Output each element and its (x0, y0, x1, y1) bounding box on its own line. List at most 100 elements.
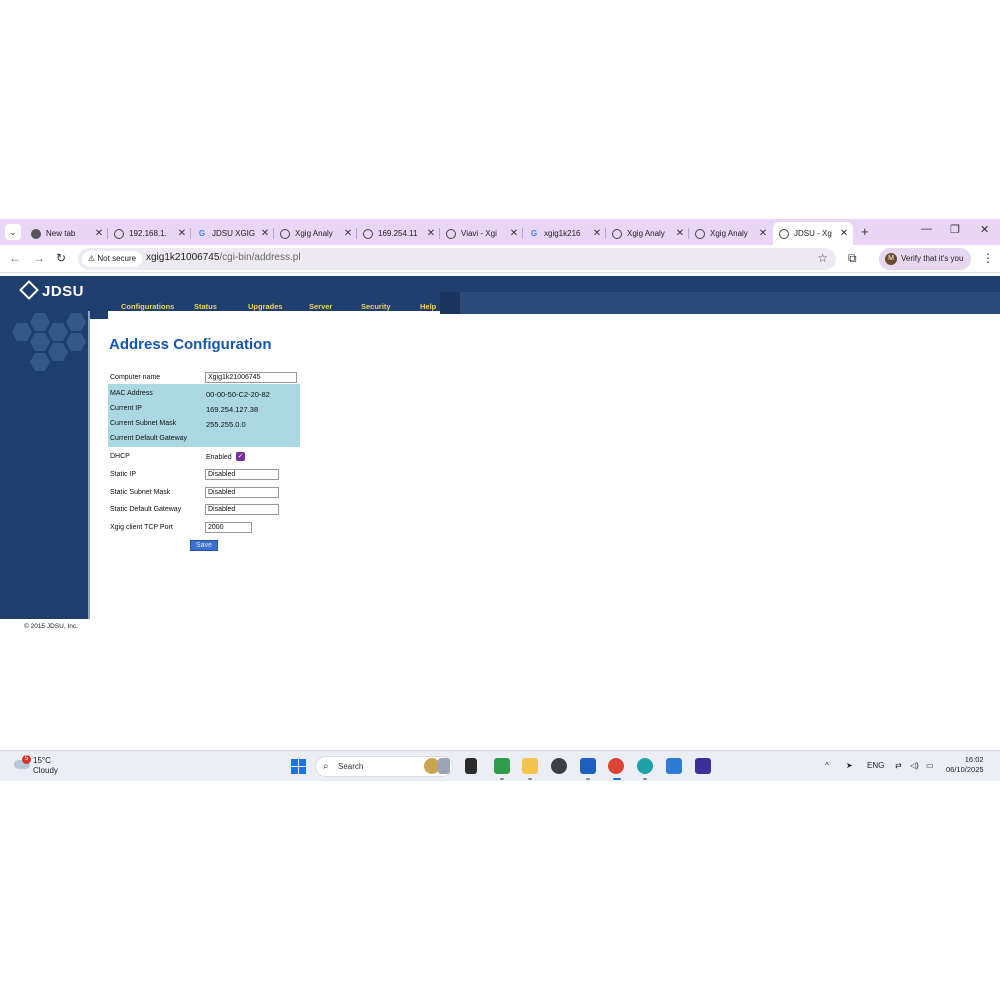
network-icon[interactable]: ⇄ (895, 761, 902, 770)
close-window-icon[interactable]: ✕ (980, 223, 989, 236)
globe-icon (612, 228, 622, 239)
current-ip-value: 169.254.127.38 (206, 405, 259, 414)
static-gateway-input[interactable]: Disabled (205, 504, 279, 515)
hexagon-decoration (66, 333, 86, 351)
security-badge[interactable]: ⚠ Not secure (82, 251, 143, 267)
dhcp-label: DHCP (110, 453, 130, 460)
close-icon[interactable]: ✕ (259, 228, 271, 239)
header-stripe (440, 292, 1000, 314)
static-ip-input[interactable]: Disabled (205, 469, 279, 480)
logo-mark-icon (19, 280, 39, 300)
tab-title: 169.254.11 (378, 229, 418, 238)
tab-title: New tab (46, 229, 76, 238)
tab[interactable]: Xgig Analy ✕ (606, 222, 689, 245)
close-icon[interactable]: ✕ (757, 228, 769, 239)
task-view-icon[interactable] (465, 758, 477, 774)
close-icon[interactable]: ✕ (591, 228, 603, 239)
static-gateway-label: Static Default Gateway (110, 506, 182, 513)
menu-security[interactable]: Security (361, 302, 391, 311)
menu-status[interactable]: Status (194, 302, 217, 311)
notes-icon[interactable] (438, 758, 450, 774)
chrome-icon[interactable] (608, 758, 624, 774)
web-page: JDSU Configurations Status Upgrades Serv… (0, 273, 1000, 750)
dhcp-checkbox[interactable]: ✓ (236, 452, 245, 461)
accessibility-icon[interactable] (695, 758, 711, 774)
tab[interactable]: G JDSU XGIG ✕ (191, 222, 274, 245)
extensions-icon[interactable]: ⧉ (848, 251, 857, 266)
url-text[interactable]: xgig1k21006745/cgi-bin/address.pl (146, 252, 301, 263)
menu-configurations[interactable]: Configurations (121, 302, 174, 311)
edge-icon[interactable] (637, 758, 653, 774)
menu-server[interactable]: Server (309, 302, 332, 311)
tcp-port-input[interactable]: 2000 (205, 522, 252, 533)
tab[interactable]: G xgig1k216 ✕ (523, 222, 606, 245)
windows-start-icon[interactable] (291, 759, 306, 774)
mac-address-label: MAC Address (110, 390, 153, 397)
volume-icon[interactable]: ◁) (910, 761, 919, 770)
chevron-up-icon[interactable]: ^ (825, 761, 829, 770)
file-explorer-icon[interactable] (522, 758, 538, 774)
menu-help[interactable]: Help (420, 302, 436, 311)
forward-arrow-icon[interactable]: → (33, 251, 45, 265)
tab-search-button[interactable]: ⌄ (5, 224, 21, 240)
current-gateway-label: Current Default Gateway (110, 435, 188, 442)
security-label: Not secure (97, 254, 137, 263)
search-icon: ⌕ (323, 761, 329, 772)
close-icon[interactable]: ✕ (508, 228, 520, 239)
static-subnet-mask-input[interactable]: Disabled (205, 487, 279, 498)
tab[interactable]: 192.168.1. ✕ (108, 222, 191, 245)
app-icon[interactable] (551, 758, 567, 774)
url-path: /cgi-bin/address.pl (219, 252, 301, 263)
globe-icon (446, 228, 456, 239)
restore-icon[interactable]: ❐ (950, 223, 960, 236)
profile-verify-button[interactable]: M Verify that it's you (879, 248, 971, 270)
copyright-text: © 2015 JDSU, Inc. (24, 623, 78, 630)
back-arrow-icon[interactable]: ← (9, 251, 21, 265)
desktop-screen: ⌄ New tab ✕ 192.168.1. ✕ G JDSU XGIG ✕ X… (0, 219, 1000, 781)
tab[interactable]: Viavi - Xgi ✕ (440, 222, 523, 245)
weather-text: 15°C Cloudy (33, 756, 58, 776)
close-icon[interactable]: ✕ (838, 228, 850, 239)
tab[interactable]: 169.254.11 ✕ (357, 222, 440, 245)
weather-description: Cloudy (33, 766, 58, 775)
tab[interactable]: Xgig Analy ✕ (274, 222, 357, 245)
hexagon-decoration (30, 313, 50, 331)
globe-icon (114, 228, 124, 239)
tab-strip: ⌄ New tab ✕ 192.168.1. ✕ G JDSU XGIG ✕ X… (0, 219, 1000, 245)
language-indicator[interactable]: ENG (867, 761, 884, 770)
save-button[interactable]: Save (190, 540, 218, 551)
tab[interactable]: Xgig Analy ✕ (689, 222, 772, 245)
tab-title: JDSU - Xg (794, 229, 832, 238)
running-indicator (528, 778, 532, 780)
url-host: xgig1k21006745 (146, 252, 220, 263)
minimize-icon[interactable]: — (921, 223, 932, 235)
address-bar[interactable]: ⚠ Not secure xgig1k21006745/cgi-bin/addr… (78, 248, 836, 270)
battery-icon[interactable]: ▭ (926, 761, 934, 770)
bookmark-star-icon[interactable]: ☆ (817, 251, 828, 265)
current-subnet-mask-value: 255.255.0.0 (206, 420, 246, 429)
tab[interactable]: New tab ✕ (25, 222, 108, 245)
static-ip-label: Static IP (110, 471, 137, 478)
hexagon-decoration (30, 333, 50, 351)
image-viewer-icon[interactable] (666, 758, 682, 774)
new-tab-button[interactable]: + (861, 224, 869, 239)
close-icon[interactable]: ✕ (176, 228, 188, 239)
tab-title: Xgig Analy (710, 229, 748, 238)
more-menu-icon[interactable]: ⋮ (982, 251, 994, 265)
close-icon[interactable]: ✕ (674, 228, 686, 239)
close-icon[interactable]: ✕ (342, 228, 354, 239)
google-icon: G (198, 228, 206, 238)
system-clock[interactable]: 16:02 06/10/2025 (946, 755, 984, 775)
profile-label: Verify that it's you (901, 254, 964, 263)
close-icon[interactable]: ✕ (425, 228, 437, 239)
tab-title: 192.168.1. (129, 229, 167, 238)
close-icon[interactable]: ✕ (93, 228, 105, 239)
location-icon[interactable]: ➤ (846, 761, 853, 770)
computer-name-input[interactable]: Xgig1k21006745 (205, 372, 297, 383)
word-icon[interactable] (580, 758, 596, 774)
calculator-icon[interactable] (494, 758, 510, 774)
tab-active[interactable]: JDSU - Xg ✕ (773, 222, 853, 245)
menu-upgrades[interactable]: Upgrades (248, 302, 283, 311)
reload-icon[interactable]: ↻ (56, 251, 66, 265)
hexagon-decoration (48, 323, 68, 341)
